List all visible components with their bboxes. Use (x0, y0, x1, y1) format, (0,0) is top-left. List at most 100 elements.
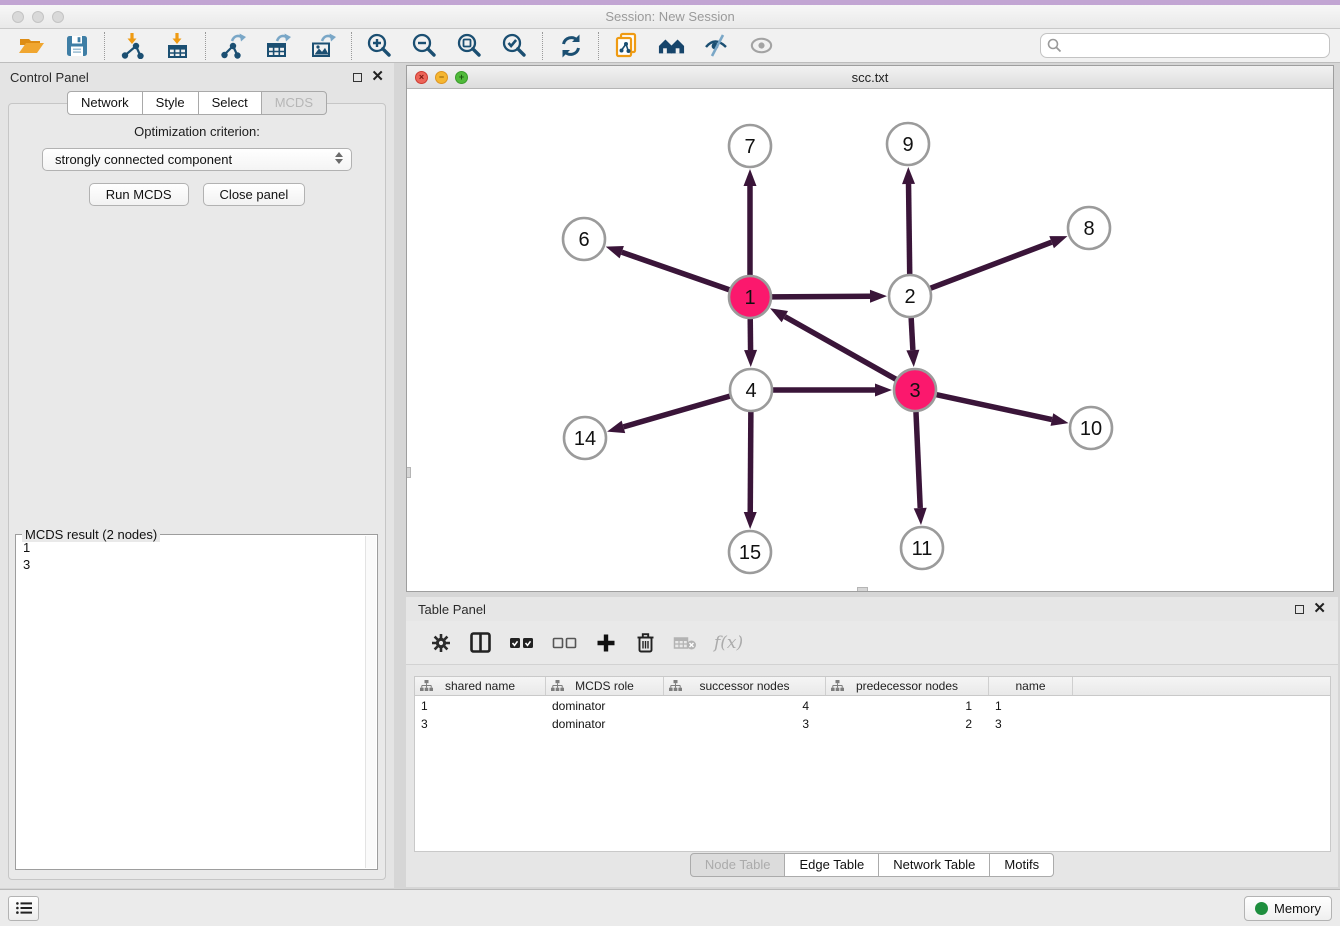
search-input[interactable] (1040, 33, 1330, 58)
network-canvas[interactable]: 7 9 6 8 1 2 4 3 14 10 15 11 (407, 89, 1333, 591)
delete-column-button[interactable] (634, 630, 656, 656)
optimization-criterion-select[interactable]: strongly connected component (42, 148, 352, 171)
column-header-name[interactable]: name (989, 677, 1073, 695)
columns-icon (469, 631, 492, 654)
graph-node-11[interactable]: 11 (901, 527, 943, 569)
column-header-successor-nodes[interactable]: successor nodes (664, 677, 826, 695)
zoom-in-button[interactable] (366, 32, 393, 59)
mcds-panel-body: Optimization criterion: strongly connect… (8, 103, 386, 880)
graph-node-3[interactable]: 3 (894, 369, 936, 411)
svg-text:14: 14 (574, 428, 596, 450)
float-table-panel-icon[interactable] (1295, 605, 1304, 614)
export-network-button[interactable] (220, 32, 247, 59)
table-panel-title: Table Panel (418, 602, 486, 617)
zoom-fit-icon (456, 32, 483, 59)
open-session-button[interactable] (18, 32, 45, 59)
svg-text:2: 2 (904, 286, 915, 308)
splitter-handle[interactable] (857, 587, 868, 591)
export-image-button[interactable] (310, 32, 337, 59)
zoom-fit-button[interactable] (456, 32, 483, 59)
graph-node-2[interactable]: 2 (889, 275, 931, 317)
import-network-button[interactable] (119, 32, 146, 59)
refresh-view-button[interactable] (557, 32, 584, 59)
toolbar-separator (542, 32, 543, 60)
control-panel-title: Control Panel (10, 70, 89, 85)
cell-successor-nodes: 4 (664, 699, 826, 713)
search-icon (1047, 38, 1062, 53)
hierarchy-icon (420, 680, 433, 692)
graph-node-9[interactable]: 9 (887, 123, 929, 165)
deselect-all-columns-button[interactable] (552, 630, 578, 656)
column-header-mcds-role[interactable]: MCDS role (546, 677, 664, 695)
zoom-in-icon (366, 32, 393, 59)
share-session-icon (613, 32, 640, 59)
apply-function-button[interactable]: f(x) (714, 630, 743, 656)
network-graph[interactable]: 7 9 6 8 1 2 4 3 14 10 15 11 (407, 89, 1333, 591)
status-bar: Memory (0, 889, 1340, 926)
graph-node-6[interactable]: 6 (563, 218, 605, 260)
search-box (1040, 33, 1330, 58)
show-elements-button[interactable] (748, 32, 775, 59)
main-toolbar (0, 29, 1340, 63)
tab-edge-table[interactable]: Edge Table (784, 853, 879, 877)
tab-network-table[interactable]: Network Table (878, 853, 990, 877)
zoom-out-button[interactable] (411, 32, 438, 59)
graph-node-10[interactable]: 10 (1070, 407, 1112, 449)
tab-node-table[interactable]: Node Table (690, 853, 786, 877)
column-header-shared-name[interactable]: shared name (415, 677, 546, 695)
table-settings-button[interactable] (430, 630, 452, 656)
graph-node-14[interactable]: 14 (564, 417, 606, 459)
graph-node-15[interactable]: 15 (729, 531, 771, 573)
show-columns-button[interactable] (469, 630, 492, 656)
open-folder-icon (18, 32, 45, 59)
tab-style[interactable]: Style (142, 91, 199, 115)
home-button[interactable] (658, 32, 685, 59)
cell-name: 3 (989, 717, 1073, 731)
graph-node-8[interactable]: 8 (1068, 207, 1110, 249)
close-panel-icon[interactable]: ✕ (371, 72, 384, 82)
export-table-icon (265, 32, 292, 59)
memory-button[interactable]: Memory (1244, 896, 1332, 921)
network-window-titlebar[interactable]: × − + scc.txt (407, 66, 1333, 89)
hide-elements-button[interactable] (703, 32, 730, 59)
save-session-button[interactable] (63, 32, 90, 59)
graph-node-1[interactable]: 1 (729, 276, 771, 318)
add-column-button[interactable] (595, 630, 617, 656)
column-header-predecessor-nodes[interactable]: predecessor nodes (826, 677, 989, 695)
graph-node-4[interactable]: 4 (730, 369, 772, 411)
tab-select[interactable]: Select (198, 91, 262, 115)
cell-successor-nodes: 3 (664, 717, 826, 731)
svg-text:15: 15 (739, 542, 761, 564)
close-table-panel-icon[interactable]: ✕ (1313, 604, 1326, 614)
result-scrollbar[interactable] (365, 536, 376, 868)
log-console-button[interactable] (8, 896, 39, 921)
svg-text:1: 1 (744, 287, 755, 309)
share-session-button[interactable] (613, 32, 640, 59)
tab-mcds[interactable]: MCDS (261, 91, 327, 115)
export-table-button[interactable] (265, 32, 292, 59)
list-icon (15, 900, 33, 916)
splitter-handle[interactable] (407, 467, 411, 478)
float-panel-icon[interactable] (353, 73, 362, 82)
refresh-icon (558, 33, 584, 59)
svg-text:6: 6 (578, 229, 589, 251)
clear-table-button[interactable] (673, 630, 697, 656)
node-table[interactable]: shared name MCDS role (414, 676, 1331, 852)
table-row[interactable]: 1 dominator 4 1 1 (415, 698, 1330, 714)
toolbar-separator (598, 32, 599, 60)
mcds-result-title: MCDS result (2 nodes) (22, 527, 160, 542)
cell-predecessor-nodes: 2 (826, 717, 989, 731)
tab-network[interactable]: Network (67, 91, 143, 115)
control-panel-header: Control Panel ✕ (0, 63, 394, 91)
import-table-button[interactable] (164, 32, 191, 59)
close-panel-button[interactable]: Close panel (203, 183, 306, 206)
graph-node-7[interactable]: 7 (729, 125, 771, 167)
tab-motifs[interactable]: Motifs (989, 853, 1054, 877)
zoom-selected-button[interactable] (501, 32, 528, 59)
run-mcds-button[interactable]: Run MCDS (89, 183, 189, 206)
select-all-columns-button[interactable] (509, 630, 535, 656)
control-panel: Control Panel ✕ Network Style Select MCD… (0, 63, 394, 888)
memory-label: Memory (1274, 901, 1321, 916)
table-row[interactable]: 3 dominator 3 2 3 (415, 716, 1330, 732)
gear-icon (430, 632, 452, 654)
